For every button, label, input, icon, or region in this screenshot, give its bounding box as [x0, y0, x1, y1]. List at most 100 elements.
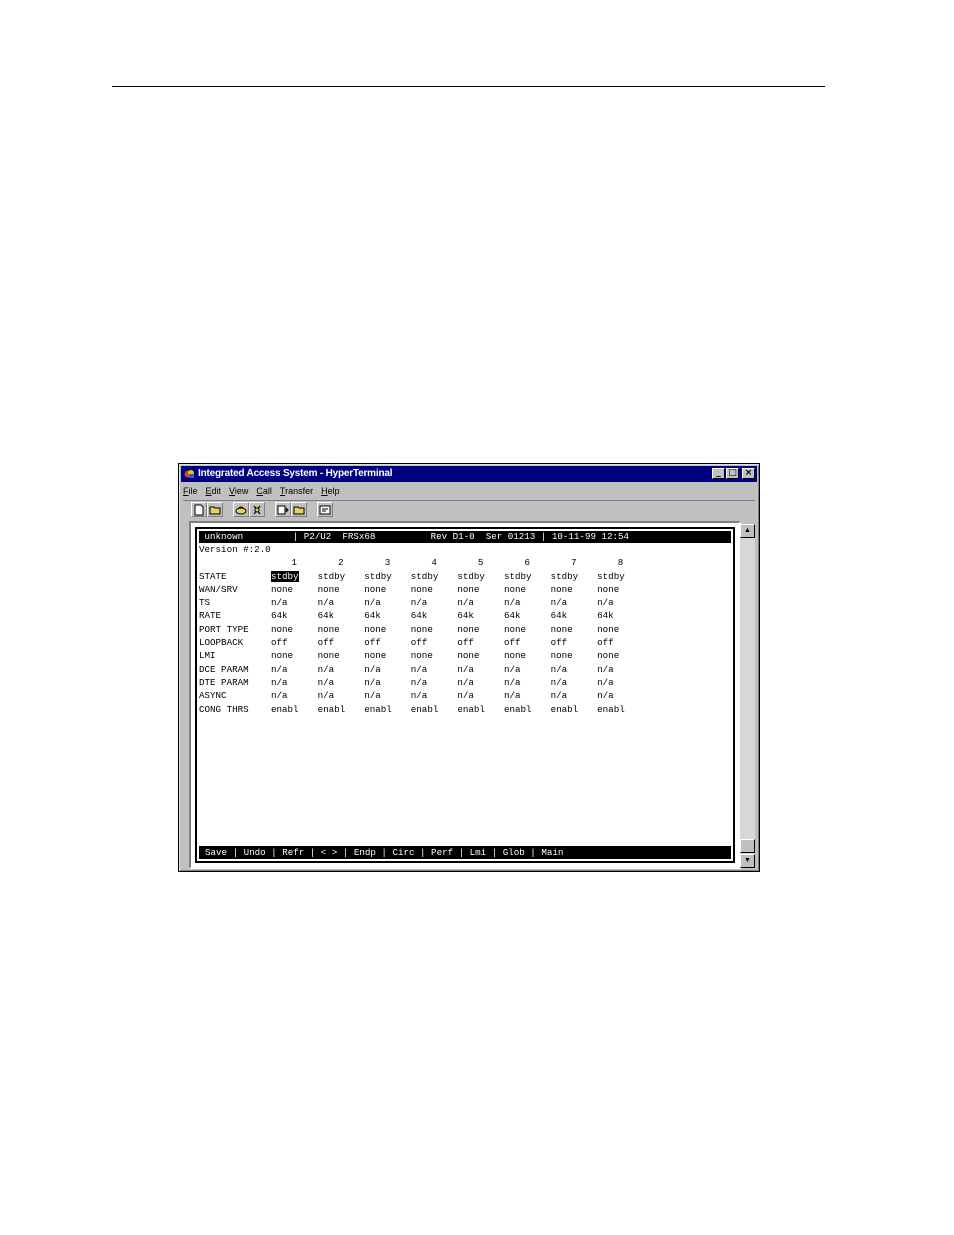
table-cell[interactable]: stdby	[504, 570, 551, 583]
table-cell[interactable]: none	[271, 583, 318, 596]
table-cell[interactable]: 64k	[411, 609, 458, 622]
scroll-up-button[interactable]: ▲	[740, 524, 755, 538]
table-cell[interactable]: n/a	[271, 689, 318, 702]
vertical-scrollbar[interactable]: ▲ ▼	[740, 524, 755, 868]
table-cell[interactable]: enabl	[504, 703, 551, 716]
table-cell[interactable]: 64k	[318, 609, 365, 622]
table-cell[interactable]: off	[411, 636, 458, 649]
table-cell[interactable]: n/a	[504, 676, 551, 689]
table-cell[interactable]: n/a	[411, 689, 458, 702]
table-cell[interactable]: n/a	[318, 663, 365, 676]
table-cell[interactable]: n/a	[457, 596, 504, 609]
table-cell[interactable]: enabl	[364, 703, 411, 716]
table-cell[interactable]: enabl	[551, 703, 598, 716]
table-cell[interactable]: none	[364, 623, 411, 636]
table-cell[interactable]: none	[411, 583, 458, 596]
menu-transfer[interactable]: Transfer	[280, 484, 313, 498]
table-cell[interactable]: enabl	[411, 703, 458, 716]
table-cell[interactable]: none	[457, 583, 504, 596]
table-cell[interactable]: n/a	[271, 676, 318, 689]
table-cell[interactable]: n/a	[364, 689, 411, 702]
disconnect-button[interactable]	[249, 502, 265, 517]
table-cell[interactable]: n/a	[364, 663, 411, 676]
table-cell[interactable]: none	[318, 623, 365, 636]
table-cell[interactable]: off	[504, 636, 551, 649]
table-cell[interactable]: none	[411, 649, 458, 662]
table-cell[interactable]: enabl	[318, 703, 365, 716]
table-cell[interactable]: none	[551, 623, 598, 636]
table-cell[interactable]: none	[457, 649, 504, 662]
table-cell[interactable]: off	[318, 636, 365, 649]
table-cell[interactable]: none	[318, 649, 365, 662]
scroll-thumb[interactable]	[740, 839, 755, 853]
table-cell[interactable]: n/a	[364, 596, 411, 609]
scroll-down-button[interactable]: ▼	[740, 854, 755, 868]
table-cell[interactable]: off	[551, 636, 598, 649]
table-cell[interactable]: stdby	[364, 570, 411, 583]
table-cell[interactable]: n/a	[551, 596, 598, 609]
table-cell[interactable]: 64k	[504, 609, 551, 622]
table-cell[interactable]: none	[504, 583, 551, 596]
close-button[interactable]: ×	[742, 468, 755, 479]
new-button[interactable]	[191, 502, 207, 517]
table-cell[interactable]: n/a	[597, 689, 644, 702]
table-cell[interactable]: n/a	[597, 676, 644, 689]
menu-help[interactable]: Help	[321, 484, 340, 498]
table-cell[interactable]: none	[318, 583, 365, 596]
table-cell[interactable]: none	[551, 649, 598, 662]
send-button[interactable]	[275, 502, 291, 517]
connect-button[interactable]	[233, 502, 249, 517]
table-cell[interactable]: n/a	[457, 663, 504, 676]
table-cell[interactable]: 64k	[551, 609, 598, 622]
table-cell[interactable]: none	[597, 583, 644, 596]
table-cell[interactable]: none	[504, 623, 551, 636]
menu-call[interactable]: Call	[256, 484, 272, 498]
table-cell[interactable]: off	[271, 636, 318, 649]
menu-view[interactable]: View	[229, 484, 248, 498]
table-cell[interactable]: enabl	[457, 703, 504, 716]
table-cell[interactable]: n/a	[318, 689, 365, 702]
table-cell[interactable]: n/a	[504, 596, 551, 609]
table-cell[interactable]: none	[457, 623, 504, 636]
table-cell[interactable]: none	[551, 583, 598, 596]
table-cell[interactable]: none	[271, 623, 318, 636]
table-cell[interactable]: 64k	[597, 609, 644, 622]
table-cell[interactable]: none	[364, 649, 411, 662]
table-cell[interactable]: none	[597, 649, 644, 662]
table-cell[interactable]: off	[457, 636, 504, 649]
table-cell[interactable]: n/a	[411, 663, 458, 676]
menu-file[interactable]: File	[183, 484, 198, 498]
table-cell[interactable]: none	[504, 649, 551, 662]
table-cell[interactable]: enabl	[597, 703, 644, 716]
table-cell[interactable]: none	[364, 583, 411, 596]
table-cell[interactable]: off	[364, 636, 411, 649]
table-cell[interactable]: stdby	[551, 570, 598, 583]
table-cell[interactable]: none	[411, 623, 458, 636]
selected-cell[interactable]: stdby	[271, 570, 318, 583]
table-cell[interactable]: enabl	[271, 703, 318, 716]
table-cell[interactable]: n/a	[271, 663, 318, 676]
table-cell[interactable]: n/a	[551, 663, 598, 676]
table-cell[interactable]: n/a	[457, 689, 504, 702]
table-cell[interactable]: stdby	[318, 570, 365, 583]
command-bar[interactable]: Save | Undo | Refr | < > | Endp | Circ |…	[199, 846, 731, 859]
table-cell[interactable]: n/a	[364, 676, 411, 689]
terminal-screen[interactable]: unknown | P2/U2 FRSx68 Rev D1-0 Ser 0121…	[195, 527, 735, 863]
table-cell[interactable]: n/a	[411, 676, 458, 689]
table-cell[interactable]: n/a	[597, 596, 644, 609]
table-cell[interactable]: n/a	[318, 596, 365, 609]
table-cell[interactable]: none	[271, 649, 318, 662]
table-cell[interactable]: stdby	[411, 570, 458, 583]
table-cell[interactable]: stdby	[597, 570, 644, 583]
table-cell[interactable]: n/a	[457, 676, 504, 689]
table-cell[interactable]: n/a	[551, 676, 598, 689]
open-button[interactable]	[207, 502, 223, 517]
table-cell[interactable]: 64k	[271, 609, 318, 622]
table-cell[interactable]: n/a	[411, 596, 458, 609]
table-cell[interactable]: n/a	[551, 689, 598, 702]
table-cell[interactable]: 64k	[364, 609, 411, 622]
receive-button[interactable]	[291, 502, 307, 517]
table-cell[interactable]: n/a	[504, 663, 551, 676]
table-cell[interactable]: n/a	[504, 689, 551, 702]
minimize-button[interactable]: _	[712, 468, 725, 479]
